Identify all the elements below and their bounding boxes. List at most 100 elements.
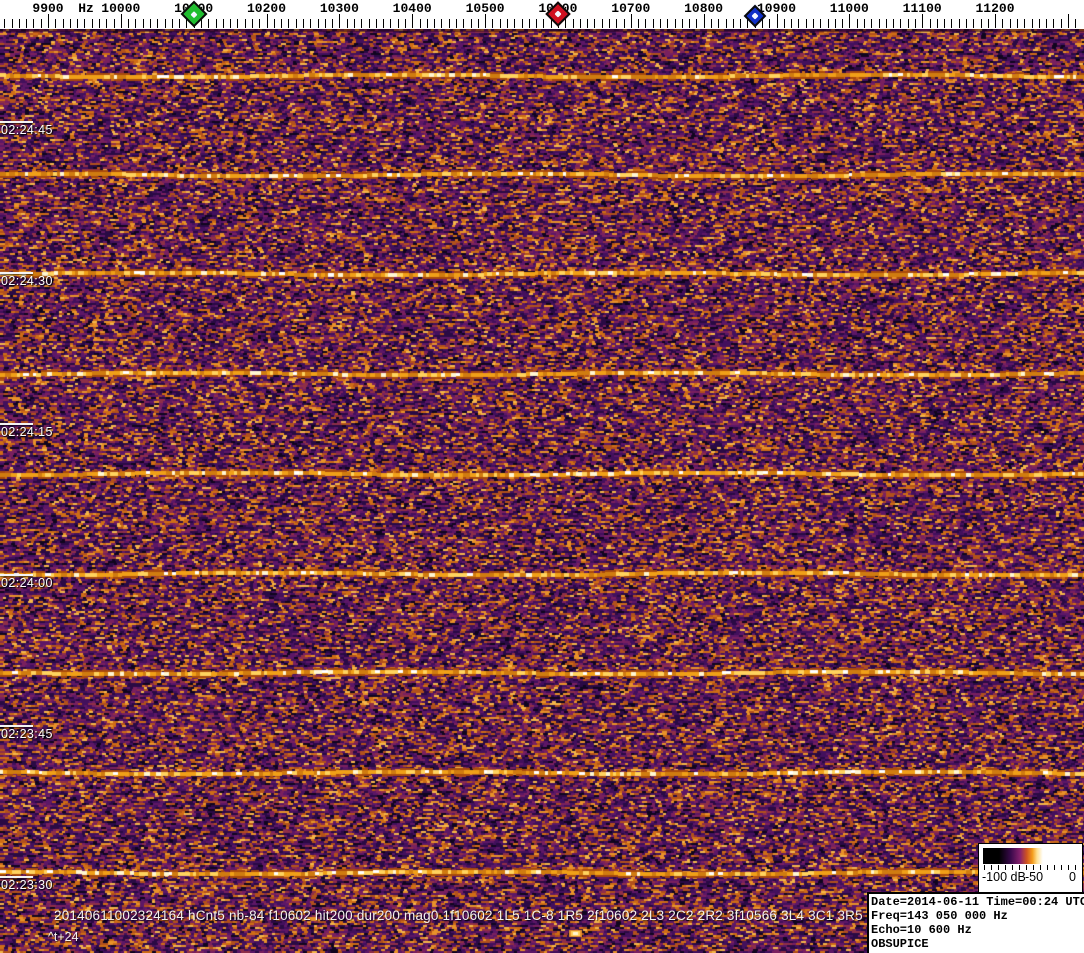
ruler-tick xyxy=(937,19,938,28)
time-label: 02:24:00 xyxy=(0,574,53,590)
meteor-observation-screen: Hz 9900100001010010200103001040010500106… xyxy=(0,0,1084,953)
ruler-tick xyxy=(726,19,727,28)
ruler-tick xyxy=(390,19,391,28)
frequency-label: 10000 xyxy=(101,1,140,16)
ruler-tick xyxy=(1053,19,1054,28)
ruler-tick xyxy=(55,19,56,28)
ruler-tick xyxy=(718,19,719,28)
spectrogram-canvas xyxy=(0,29,1084,953)
frequency-label: 10300 xyxy=(320,1,359,16)
ruler-tick xyxy=(820,19,821,28)
ruler-tick xyxy=(449,19,450,28)
ruler-tick xyxy=(92,19,93,28)
ruler-tick xyxy=(522,19,523,28)
ruler-tick xyxy=(660,19,661,28)
ruler-tick xyxy=(944,19,945,28)
ruler-tick xyxy=(492,19,493,28)
ruler-tick xyxy=(288,19,289,28)
ruler-tick xyxy=(441,19,442,28)
ruler-tick xyxy=(638,19,639,28)
ruler-tick xyxy=(354,19,355,28)
frequency-label: 10700 xyxy=(611,1,650,16)
ruler-tick xyxy=(740,19,741,28)
ruler-tick xyxy=(930,19,931,28)
ruler-tick xyxy=(973,19,974,28)
frequency-label: 11200 xyxy=(975,1,1014,16)
ruler-tick xyxy=(369,19,370,28)
frequency-label: 10500 xyxy=(466,1,505,16)
time-label-text: 02:24:00 xyxy=(0,576,53,590)
ruler-tick xyxy=(208,19,209,28)
footnote-t24: ^t+24 xyxy=(48,930,79,944)
ruler-tick xyxy=(696,19,697,28)
ruler-tick xyxy=(1068,14,1069,28)
ruler-tick xyxy=(230,19,231,28)
ruler-tick xyxy=(296,19,297,28)
ruler-tick xyxy=(959,19,960,28)
ruler-tick xyxy=(19,19,20,28)
ruler-tick xyxy=(631,14,632,28)
ruler-tick xyxy=(172,19,173,28)
ruler-tick xyxy=(543,19,544,28)
ruler-tick xyxy=(682,19,683,28)
ruler-tick xyxy=(1024,19,1025,28)
ruler-tick xyxy=(573,19,574,28)
info-box: Date=2014-06-11 Time=00:24 UTC Freq=143 0… xyxy=(867,892,1084,953)
ruler-tick xyxy=(216,19,217,28)
ruler-tick xyxy=(893,19,894,28)
ruler-tick xyxy=(624,19,625,28)
ruler-tick xyxy=(507,19,508,28)
ruler-tick xyxy=(1075,19,1076,28)
ruler-tick xyxy=(1032,19,1033,28)
ruler-tick xyxy=(988,19,989,28)
time-label: 02:24:45 xyxy=(0,121,53,137)
ruler-tick xyxy=(33,19,34,28)
ruler-tick xyxy=(41,19,42,28)
ruler-tick xyxy=(143,19,144,28)
ruler-tick xyxy=(376,19,377,28)
ruler-tick xyxy=(849,14,850,28)
ruler-tick xyxy=(864,19,865,28)
time-label-text: 02:24:45 xyxy=(0,123,53,137)
frequency-label: 10400 xyxy=(393,1,432,16)
info-box-line: OBSUPICE xyxy=(871,937,1082,951)
ruler-tick xyxy=(412,14,413,28)
ruler-tick xyxy=(114,19,115,28)
ruler-tick xyxy=(434,19,435,28)
legend-db-label: -50 xyxy=(1025,870,1043,884)
frequency-label: 11000 xyxy=(830,1,869,16)
ruler-tick xyxy=(99,19,100,28)
ruler-tick xyxy=(536,19,537,28)
ruler-tick xyxy=(1017,19,1018,28)
time-label-text: 02:24:30 xyxy=(0,274,53,288)
ruler-tick xyxy=(587,19,588,28)
ruler-tick xyxy=(777,14,778,28)
ruler-tick xyxy=(667,19,668,28)
ruler-tick xyxy=(609,19,610,28)
ruler-tick xyxy=(128,19,129,28)
ruler-tick xyxy=(500,19,501,28)
ruler-tick xyxy=(645,19,646,28)
ruler-tick xyxy=(223,19,224,28)
frequency-label: 11100 xyxy=(903,1,942,16)
ruler-tick xyxy=(784,19,785,28)
frequency-unit-label: Hz xyxy=(78,1,94,16)
ruler-tick xyxy=(879,19,880,28)
ruler-tick xyxy=(157,19,158,28)
ruler-tick xyxy=(318,19,319,28)
ruler-tick xyxy=(828,19,829,28)
ruler-tick xyxy=(347,19,348,28)
legend-db-label: 0 xyxy=(1069,870,1076,884)
ruler-tick xyxy=(274,19,275,28)
ruler-tick xyxy=(106,19,107,28)
ruler-tick xyxy=(1061,19,1062,28)
ruler-tick xyxy=(252,19,253,28)
ruler-tick xyxy=(966,19,967,28)
status-line: 20140611002324164 hCnt5 nb-84 f10602 hit… xyxy=(54,908,863,923)
ruler-tick xyxy=(420,19,421,28)
ruler-tick xyxy=(602,19,603,28)
ruler-tick xyxy=(769,19,770,28)
ruler-tick xyxy=(310,19,311,28)
ruler-tick xyxy=(281,19,282,28)
ruler-tick xyxy=(689,19,690,28)
